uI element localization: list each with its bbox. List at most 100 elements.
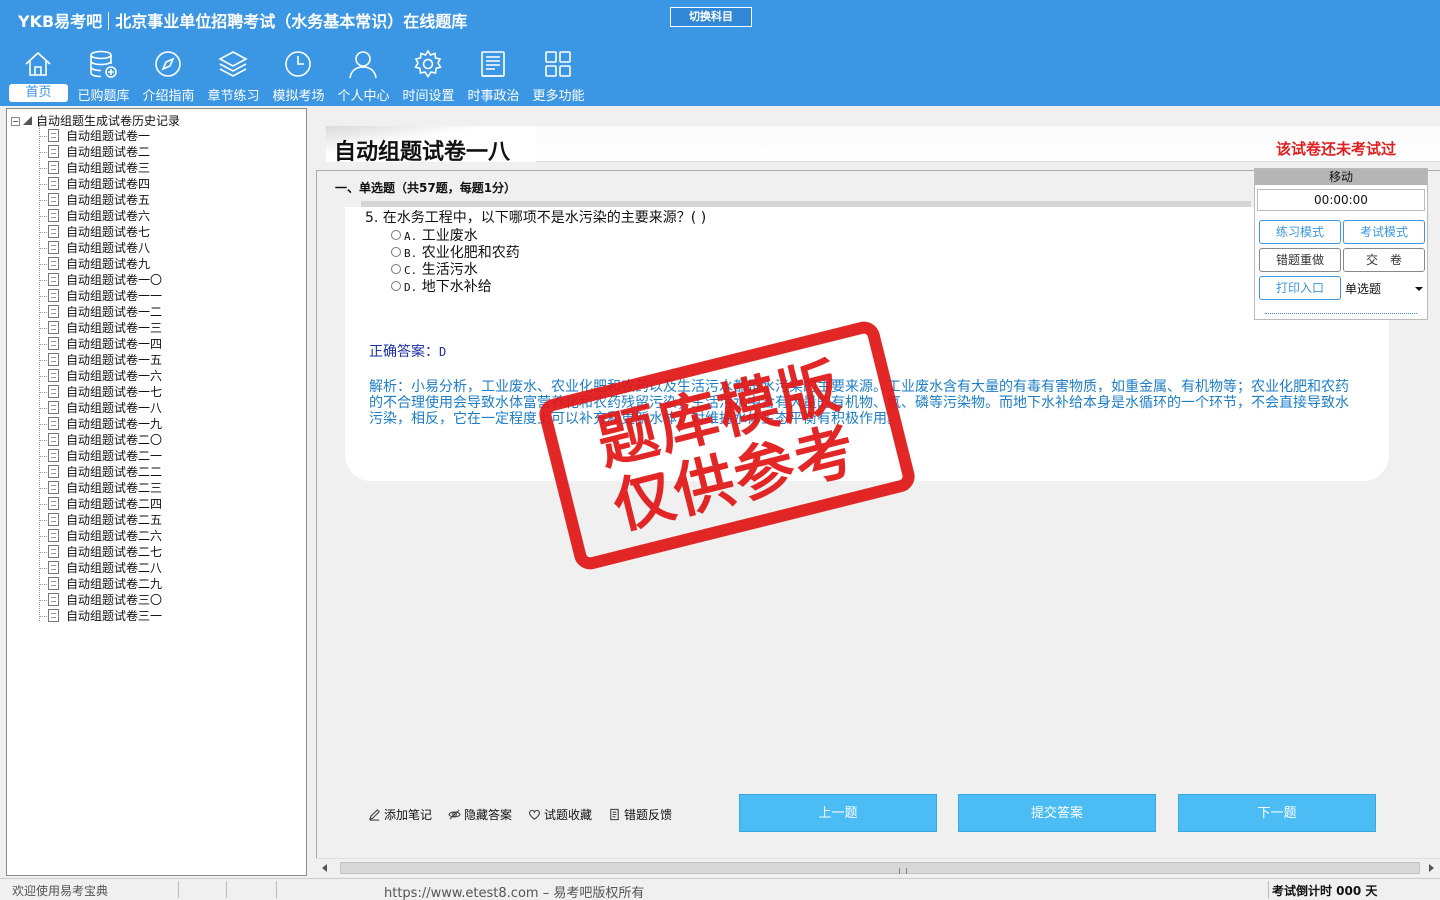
tree-item[interactable]: 自动组题试卷一 — [7, 128, 297, 144]
tree-item[interactable]: 自动组题试卷二〇 — [7, 432, 297, 448]
tree-item[interactable]: 自动组题试卷一三 — [7, 320, 297, 336]
tree-connector — [39, 424, 47, 425]
tree-item[interactable]: 自动组题试卷八 — [7, 240, 297, 256]
tree-item[interactable]: 自动组题试卷九 — [7, 256, 297, 272]
document-icon — [48, 481, 59, 494]
tree-item[interactable]: 自动组题试卷二三 — [7, 480, 297, 496]
tree-connector — [39, 376, 47, 377]
document-icon — [48, 193, 59, 206]
document-icon — [48, 369, 59, 382]
folder-triangle-icon — [23, 116, 32, 125]
nav-label: 更多功能 — [532, 89, 585, 104]
print-button[interactable]: 打印入口 — [1259, 276, 1341, 300]
tree-item[interactable]: 自动组题试卷二一 — [7, 448, 297, 464]
nav-mock-exam[interactable]: 模拟考场 — [266, 46, 331, 104]
tree-item[interactable]: 自动组题试卷一〇 — [7, 272, 297, 288]
nav-time-settings[interactable]: 时间设置 — [396, 46, 461, 104]
nav-current-affairs[interactable]: 时事政治 — [461, 46, 526, 104]
tree-item[interactable]: 自动组题试卷三 — [7, 160, 297, 176]
radio-button[interactable] — [391, 230, 401, 240]
option-d[interactable]: D. 地下水补给 — [391, 276, 492, 296]
tree-item[interactable]: 自动组题试卷三〇 — [7, 592, 297, 608]
document-icon — [48, 401, 59, 414]
scroll-thumb[interactable] — [340, 862, 1420, 874]
scroll-right-icon[interactable] — [1429, 864, 1434, 872]
tree-connector — [39, 520, 47, 521]
tree-item[interactable]: 自动组题试卷五 — [7, 192, 297, 208]
nav-purchased[interactable]: 已购题库 — [71, 46, 136, 104]
prev-question-button[interactable]: 上一题 — [739, 794, 937, 832]
panel-slider[interactable] — [1265, 313, 1417, 314]
tree-connector — [39, 392, 47, 393]
collapse-icon[interactable]: − — [11, 117, 20, 126]
nav-chapter[interactable]: 章节练习 — [201, 46, 266, 104]
switch-subject-button[interactable]: 切换科目 — [670, 7, 752, 27]
tree-item[interactable]: 自动组题试卷一一 — [7, 288, 297, 304]
tree-item[interactable]: 自动组题试卷三一 — [7, 608, 297, 624]
tree-item-label: 自动组题试卷二五 — [66, 513, 163, 527]
document-icon — [48, 577, 59, 590]
add-note-button[interactable]: 添加笔记 — [368, 806, 432, 823]
tree-item-label: 自动组题试卷一 — [66, 129, 151, 143]
tree-item-label: 自动组题试卷二 — [66, 145, 151, 159]
question-stem: 5. 在水务工程中，以下哪项不是水污染的主要来源？( ) — [365, 210, 707, 226]
tree-item[interactable]: 自动组题试卷一五 — [7, 352, 297, 368]
tree-item[interactable]: 自动组题试卷七 — [7, 224, 297, 240]
grip-icon — [899, 868, 907, 874]
tree-item[interactable]: 自动组题试卷二四 — [7, 496, 297, 512]
submit-answer-button[interactable]: 提交答案 — [958, 794, 1156, 832]
tree-item[interactable]: 自动组题试卷一九 — [7, 416, 297, 432]
feedback-button[interactable]: 错题反馈 — [608, 806, 672, 823]
tree-item[interactable]: 自动组题试卷二二 — [7, 464, 297, 480]
practice-mode-button[interactable]: 练习模式 — [1259, 220, 1341, 244]
tree-item-label: 自动组题试卷三一 — [66, 609, 163, 623]
exam-mode-button[interactable]: 考试模式 — [1343, 220, 1425, 244]
status-divider — [226, 881, 227, 898]
tree-item-label: 自动组题试卷二七 — [66, 545, 163, 559]
timer-display: 00:00:00 — [1257, 189, 1425, 211]
move-handle[interactable]: 移动 — [1255, 169, 1427, 185]
nav-more[interactable]: 更多功能 — [526, 46, 591, 104]
nav-label: 时间设置 — [402, 89, 455, 104]
tree-connector — [39, 136, 47, 137]
tree-item[interactable]: 自动组题试卷一六 — [7, 368, 297, 384]
tree-connector — [39, 536, 47, 537]
submit-paper-button[interactable]: 交 卷 — [1343, 248, 1425, 272]
document-icon — [48, 209, 59, 222]
radio-button[interactable] — [391, 281, 401, 291]
tree-item[interactable]: 自动组题试卷二八 — [7, 560, 297, 576]
tree-item[interactable]: 自动组题试卷一七 — [7, 384, 297, 400]
document-icon — [48, 449, 59, 462]
tree-item[interactable]: 自动组题试卷二七 — [7, 544, 297, 560]
tree-item-label: 自动组题试卷二八 — [66, 561, 163, 575]
tree-root[interactable]: − 自动组题生成试卷历史记录 — [11, 112, 180, 129]
nav-guide[interactable]: 介绍指南 — [136, 46, 201, 104]
tree-item[interactable]: 自动组题试卷一八 — [7, 400, 297, 416]
tree-item[interactable]: 自动组题试卷一二 — [7, 304, 297, 320]
tree-item[interactable]: 自动组题试卷二九 — [7, 576, 297, 592]
question-type-select[interactable]: 单选题 — [1343, 277, 1427, 301]
radio-button[interactable] — [391, 264, 401, 274]
next-question-button[interactable]: 下一题 — [1178, 794, 1376, 832]
paper-status: 该试卷还未考试过 — [1275, 140, 1396, 158]
tree-item[interactable]: 自动组题试卷二 — [7, 144, 297, 160]
document-icon — [48, 593, 59, 606]
tree-connector — [39, 472, 47, 473]
horizontal-scrollbar[interactable] — [316, 858, 1440, 876]
news-icon — [481, 51, 505, 77]
radio-button[interactable] — [391, 247, 401, 257]
nav-home[interactable]: 首页 — [6, 46, 71, 104]
scroll-left-icon[interactable] — [322, 864, 327, 872]
paper-history-tree[interactable]: − 自动组题生成试卷历史记录 自动组题试卷一 自动组题试卷二 自动组题试卷三 自动组题试… — [6, 108, 307, 876]
tree-item[interactable]: 自动组题试卷一四 — [7, 336, 297, 352]
home-icon — [25, 51, 51, 76]
tree-item[interactable]: 自动组题试卷二六 — [7, 528, 297, 544]
tree-item[interactable]: 自动组题试卷二五 — [7, 512, 297, 528]
redo-wrong-button[interactable]: 错题重做 — [1259, 248, 1341, 272]
favorite-button[interactable]: 试题收藏 — [528, 806, 592, 823]
tree-item[interactable]: 自动组题试卷四 — [7, 176, 297, 192]
hide-answer-button[interactable]: 隐藏答案 — [448, 806, 512, 823]
tree-item[interactable]: 自动组题试卷六 — [7, 208, 297, 224]
status-divider — [1268, 881, 1269, 898]
nav-profile[interactable]: 个人中心 — [331, 46, 396, 104]
